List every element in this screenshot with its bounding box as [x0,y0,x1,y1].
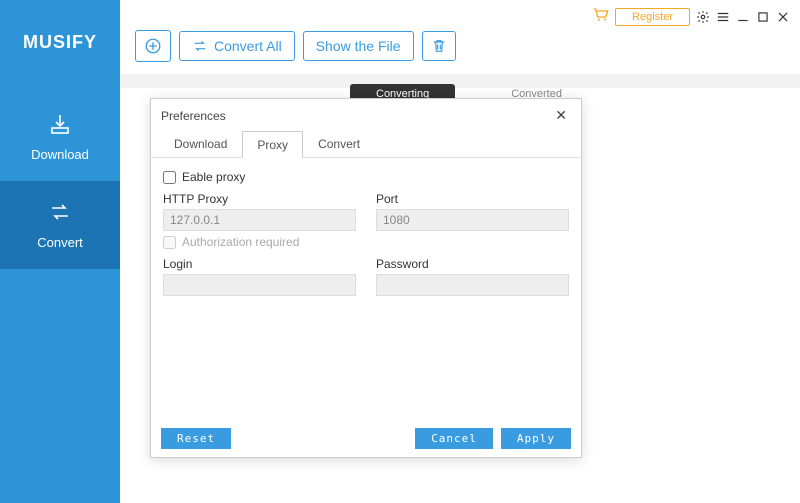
dialog-header: Preferences ✕ [151,99,581,130]
tab-proxy[interactable]: Proxy [242,131,303,158]
apply-button[interactable]: Apply [501,428,571,449]
show-file-button[interactable]: Show the File [303,31,414,61]
http-proxy-input[interactable] [163,209,356,231]
http-proxy-label: HTTP Proxy [163,192,356,206]
convert-all-label: Convert All [214,38,282,54]
toolbar: Convert All Show the File [135,30,456,62]
dialog-footer: Reset Cancel Apply [151,420,581,457]
system-bar: Register [593,0,800,30]
add-button[interactable] [135,30,171,62]
tab-download[interactable]: Download [159,130,242,157]
dialog-tabs: Download Proxy Convert [151,130,581,158]
dialog-title: Preferences [161,109,226,123]
login-input[interactable] [163,274,356,296]
minimize-icon[interactable] [736,10,750,24]
download-icon [48,112,72,139]
enable-proxy-checkbox[interactable] [163,171,176,184]
tab-convert[interactable]: Convert [303,130,375,157]
close-icon[interactable] [776,10,790,24]
cancel-button[interactable]: Cancel [415,428,493,449]
convert-all-button[interactable]: Convert All [179,31,295,61]
reset-button[interactable]: Reset [161,428,231,449]
dialog-body: Eable proxy HTTP Proxy Port Authorizatio… [151,158,581,420]
cart-icon[interactable] [593,8,609,27]
auth-required-checkbox [163,236,176,249]
preferences-dialog: Preferences ✕ Download Proxy Convert Eab… [150,98,582,458]
password-label: Password [376,257,569,271]
delete-button[interactable] [422,31,456,61]
maximize-icon[interactable] [756,10,770,24]
sidebar-item-convert[interactable]: Convert [0,181,120,269]
app-logo: MUSIFY [0,0,120,93]
convert-icon [48,200,72,227]
sidebar-item-label: Download [31,147,89,162]
sidebar-item-label: Convert [37,235,83,250]
dialog-close-icon[interactable]: ✕ [551,105,571,126]
port-input[interactable] [376,209,569,231]
show-file-label: Show the File [316,38,401,54]
auth-required-row: Authorization required [163,235,569,249]
gear-icon[interactable] [696,10,710,24]
menu-icon[interactable] [716,10,730,24]
login-label: Login [163,257,356,271]
sidebar-item-download[interactable]: Download [0,93,120,181]
password-input[interactable] [376,274,569,296]
enable-proxy-label: Eable proxy [182,170,245,184]
sidebar: MUSIFY Download Convert [0,0,120,503]
register-button[interactable]: Register [615,8,690,26]
port-label: Port [376,192,569,206]
auth-required-label: Authorization required [182,235,299,249]
enable-proxy-row: Eable proxy [163,170,569,184]
